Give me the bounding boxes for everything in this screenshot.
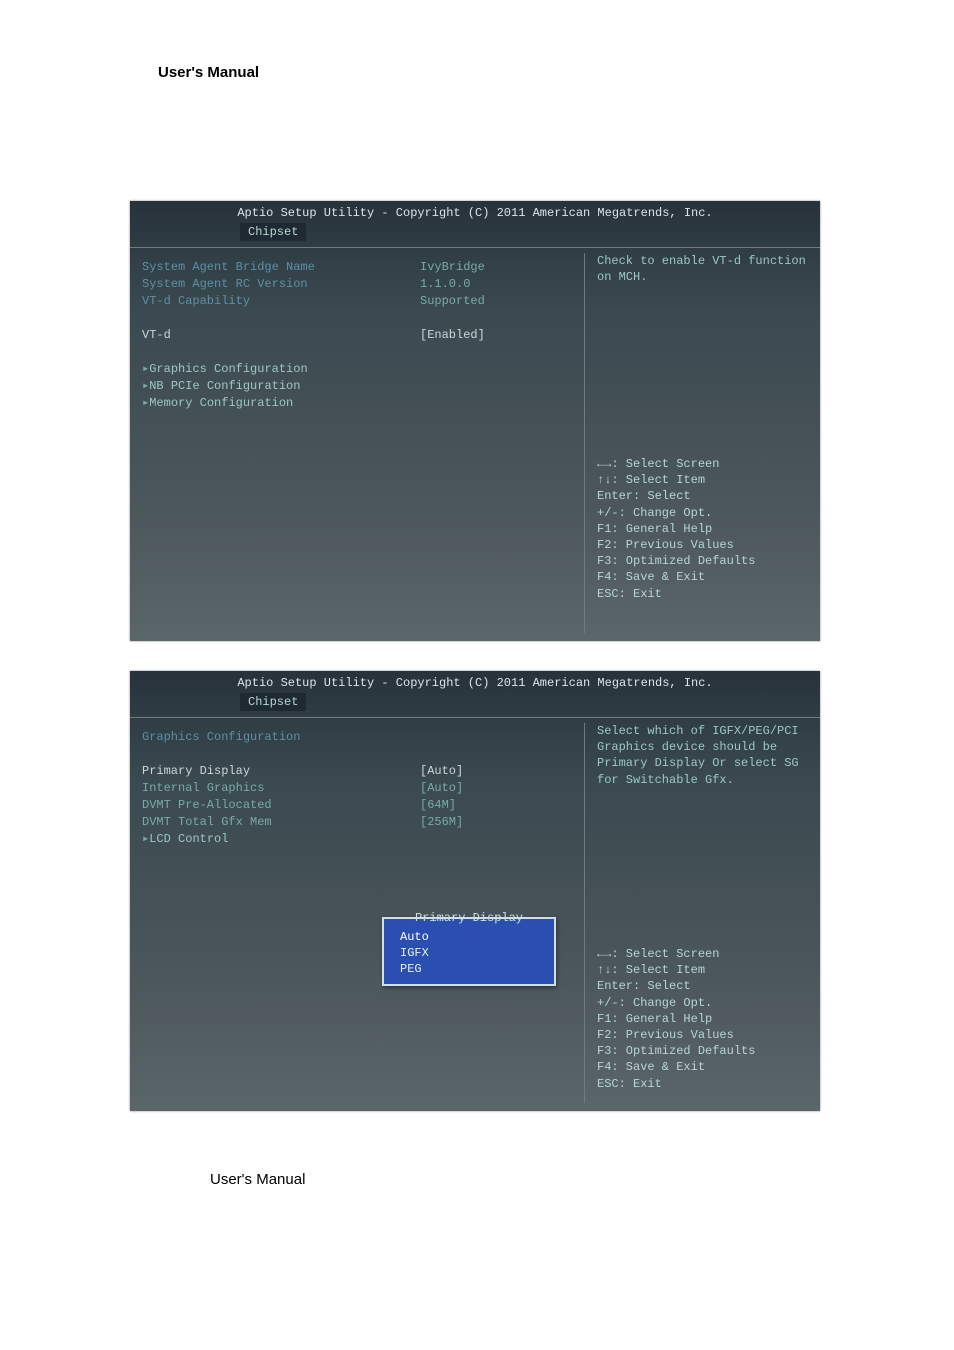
key-help-block: ←→: Select Screen ↑↓: Select Item Enter:…	[585, 946, 812, 1092]
popup-option-igfx[interactable]: IGFX	[398, 945, 544, 961]
help-change-opt: +/-: Change Opt.	[597, 505, 812, 521]
option-primary-display[interactable]: Primary Display	[142, 763, 452, 780]
help-select-screen: ←→: Select Screen	[597, 456, 812, 472]
help-enter: Enter: Select	[597, 488, 812, 504]
help-select-screen: ←→: Select Screen	[597, 946, 812, 962]
bios-title: Aptio Setup Utility - Copyright (C) 2011…	[130, 671, 820, 691]
label-sa-bridge-name: System Agent Bridge Name	[142, 259, 452, 276]
value-dvmt-total[interactable]: [256M]	[420, 814, 590, 831]
help-f4: F4: Save & Exit	[597, 1059, 812, 1075]
popup-option-auto[interactable]: Auto	[398, 929, 544, 945]
bios-tab-bar: Chipset	[130, 693, 820, 711]
option-help-line1: Check to enable VT-d function	[597, 253, 812, 269]
value-sa-bridge-name: IvyBridge	[420, 259, 590, 276]
submenu-nb-pcie-config[interactable]: NB PCIe Configuration	[142, 378, 452, 395]
option-internal-graphics[interactable]: Internal Graphics	[142, 780, 452, 797]
popup-primary-display[interactable]: Primary Display Auto IGFX PEG	[382, 917, 556, 986]
bios-tab-bar: Chipset	[130, 223, 820, 241]
option-help-line4: for Switchable Gfx.	[597, 772, 812, 788]
bios-title: Aptio Setup Utility - Copyright (C) 2011…	[130, 201, 820, 221]
help-change-opt: +/-: Change Opt.	[597, 995, 812, 1011]
submenu-lcd-control[interactable]: LCD Control	[142, 831, 452, 848]
help-enter: Enter: Select	[597, 978, 812, 994]
option-vtd[interactable]: VT-d	[142, 327, 452, 344]
label-vtd-capability: VT-d Capability	[142, 293, 452, 310]
bios-screenshot-chipset: Aptio Setup Utility - Copyright (C) 2011…	[130, 201, 820, 641]
submenu-graphics-config[interactable]: Graphics Configuration	[142, 361, 452, 378]
value-internal-graphics[interactable]: [Auto]	[420, 780, 590, 797]
page-header: User's Manual	[158, 64, 954, 81]
help-esc: ESC: Exit	[597, 586, 812, 602]
label-sa-rc-version: System Agent RC Version	[142, 276, 452, 293]
value-sa-rc-version: 1.1.0.0	[420, 276, 590, 293]
option-help-line2: Graphics device should be	[597, 739, 812, 755]
value-dvmt-prealloc[interactable]: [64M]	[420, 797, 590, 814]
help-esc: ESC: Exit	[597, 1076, 812, 1092]
submenu-memory-config[interactable]: Memory Configuration	[142, 395, 452, 412]
bios-screenshot-graphics-config: Aptio Setup Utility - Copyright (C) 2011…	[130, 671, 820, 1111]
bios-tab-chipset[interactable]: Chipset	[240, 223, 306, 241]
bios-tab-chipset[interactable]: Chipset	[240, 693, 306, 711]
option-help-line1: Select which of IGFX/PEG/PCI	[597, 723, 812, 739]
help-f4: F4: Save & Exit	[597, 569, 812, 585]
help-f1: F1: General Help	[597, 1011, 812, 1027]
help-f2: F2: Previous Values	[597, 537, 812, 553]
option-dvmt-total[interactable]: DVMT Total Gfx Mem	[142, 814, 452, 831]
page-footer: User's Manual	[210, 1171, 954, 1188]
section-heading-graphics: Graphics Configuration	[142, 729, 452, 746]
help-f2: F2: Previous Values	[597, 1027, 812, 1043]
popup-option-peg[interactable]: PEG	[398, 961, 544, 977]
popup-title: Primary Display	[396, 910, 542, 926]
help-f3: F3: Optimized Defaults	[597, 553, 812, 569]
document-page: User's Manual Aptio Setup Utility - Copy…	[0, 64, 954, 1188]
value-vtd-capability: Supported	[420, 293, 590, 310]
value-vtd[interactable]: [Enabled]	[420, 327, 590, 344]
help-select-item: ↑↓: Select Item	[597, 962, 812, 978]
key-help-block: ←→: Select Screen ↑↓: Select Item Enter:…	[585, 456, 812, 602]
option-dvmt-prealloc[interactable]: DVMT Pre-Allocated	[142, 797, 452, 814]
option-help-line3: Primary Display Or select SG	[597, 755, 812, 771]
value-primary-display[interactable]: [Auto]	[420, 763, 590, 780]
option-help-line2: on MCH.	[597, 269, 812, 285]
help-select-item: ↑↓: Select Item	[597, 472, 812, 488]
help-f1: F1: General Help	[597, 521, 812, 537]
help-f3: F3: Optimized Defaults	[597, 1043, 812, 1059]
